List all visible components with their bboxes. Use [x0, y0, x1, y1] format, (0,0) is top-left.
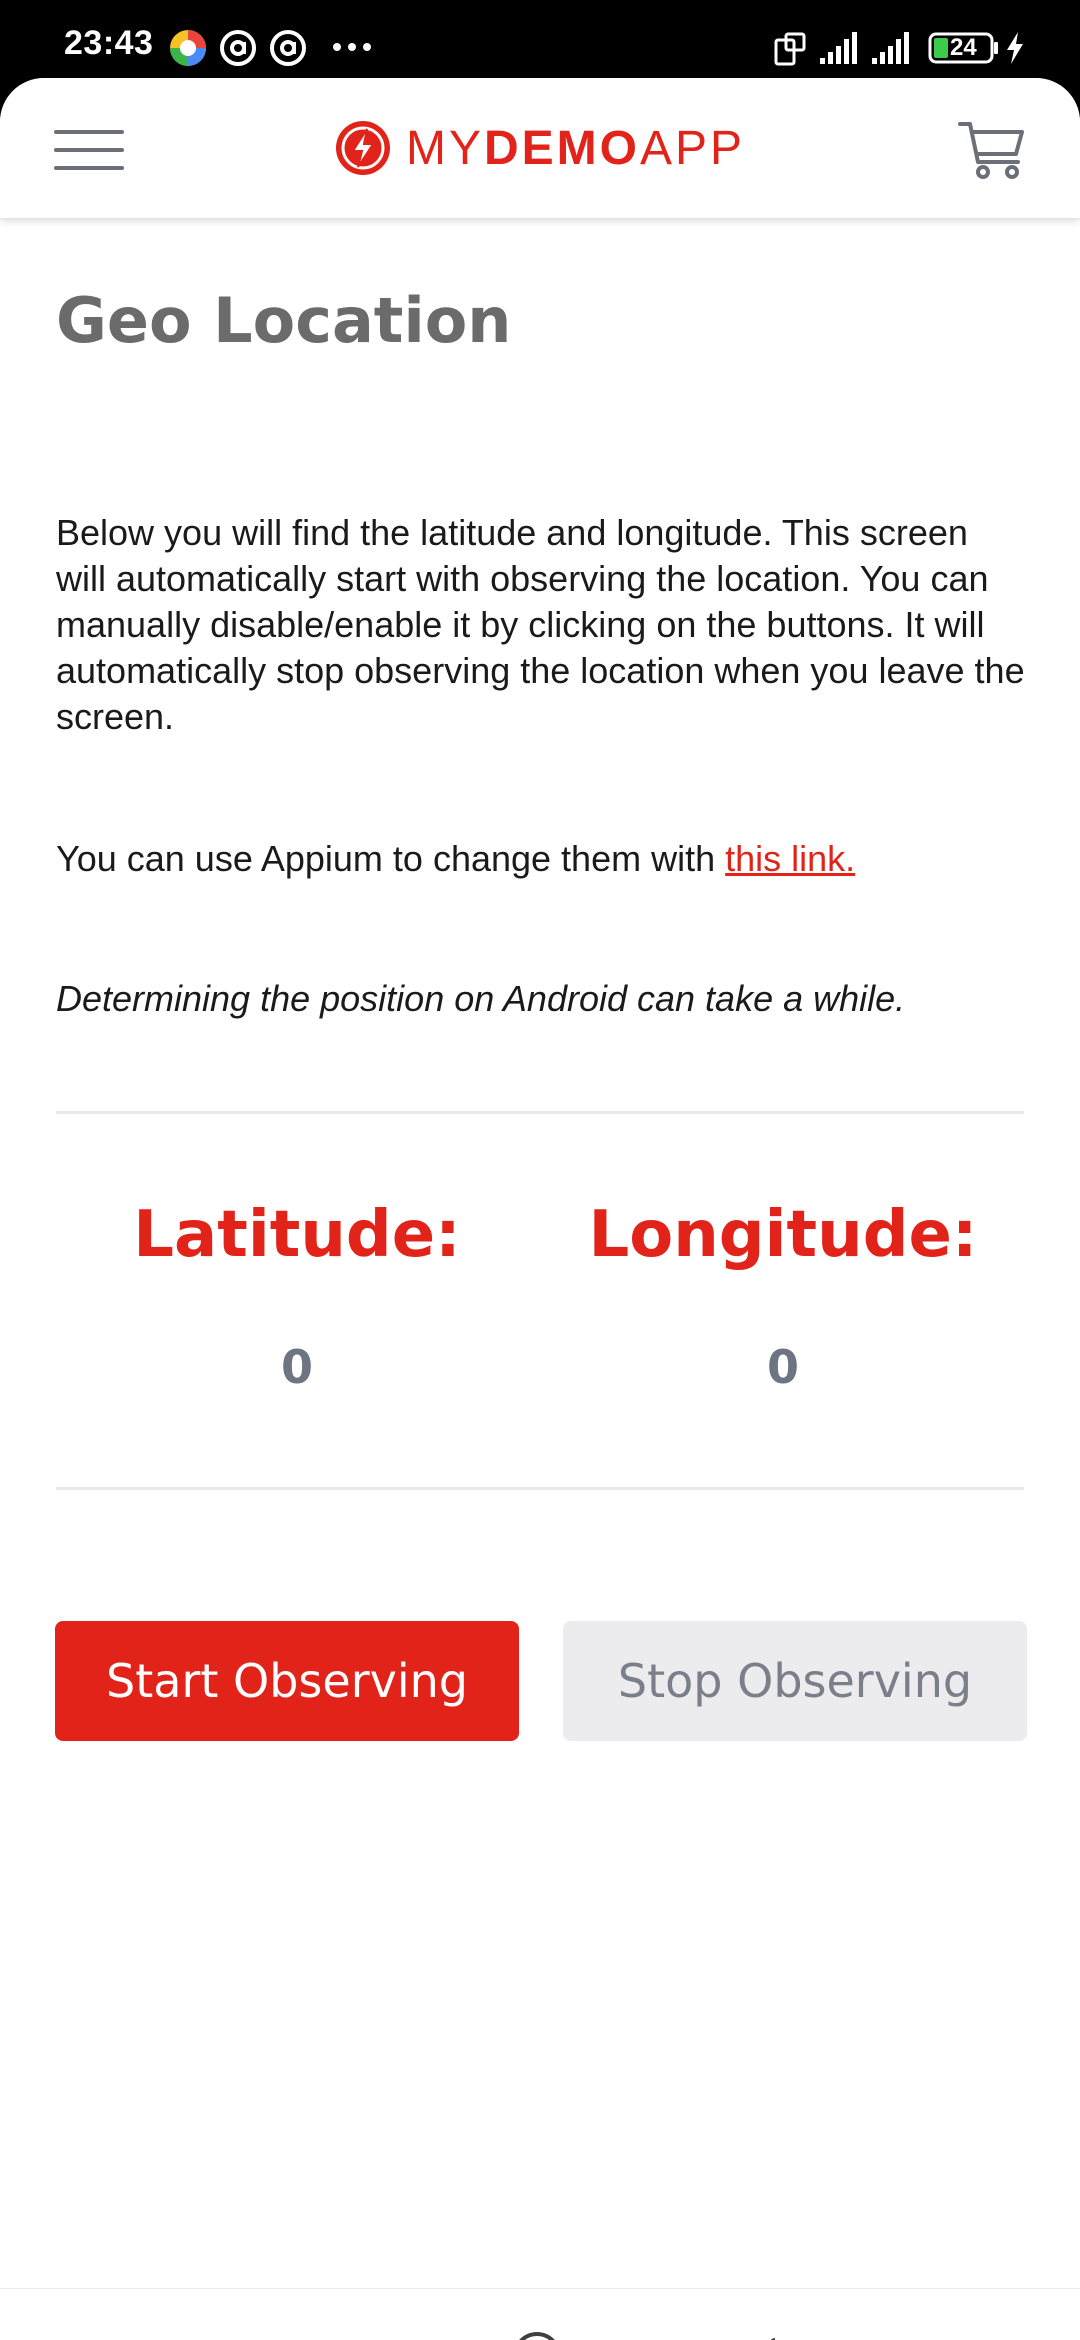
latitude-label: Latitude:	[133, 1198, 461, 1272]
brand-name: MYDEMOAPP	[406, 121, 745, 176]
app-screen: MYDEMOAPP Geo Location Below you will fi…	[0, 78, 1080, 2340]
app-header: MYDEMOAPP	[0, 78, 1080, 219]
description-text: Below you will find the latitude and lon…	[56, 512, 1025, 737]
recent-apps-icon	[290, 2331, 340, 2340]
this-link[interactable]: this link.	[725, 838, 855, 879]
shopping-cart-icon	[958, 122, 1024, 179]
stop-observing-button[interactable]: Stop Observing	[563, 1621, 1027, 1741]
longitude-label: Longitude:	[588, 1198, 978, 1272]
lightning-bolt-logo-icon	[336, 121, 390, 175]
recent-apps-button[interactable]	[290, 2331, 340, 2340]
at-sign-icon	[218, 28, 258, 73]
home-icon	[519, 2332, 555, 2340]
divider-top	[56, 1111, 1024, 1114]
cart-button[interactable]	[956, 112, 1028, 184]
brand-prefix: MY	[406, 121, 484, 175]
signal-icon	[870, 30, 914, 71]
page-title: Geo Location	[56, 284, 512, 357]
battery-level: 24	[950, 34, 977, 61]
more-dots-icon	[332, 40, 372, 58]
hamburger-menu-icon	[54, 130, 124, 170]
link-intro-text: You can use Appium to change them with	[56, 838, 726, 879]
status-time: 23:43	[64, 24, 154, 62]
brand-suffix: APP	[640, 121, 746, 175]
start-observing-button[interactable]: Start Observing	[55, 1621, 519, 1741]
signal-icon	[818, 30, 862, 71]
latitude-value: 0	[280, 1340, 313, 1394]
appium-link-paragraph: You can use Appium to change them with t…	[56, 836, 1046, 882]
back-icon	[770, 2338, 775, 2340]
home-button[interactable]	[512, 2331, 562, 2340]
brand-logo: MYDEMOAPP	[334, 118, 745, 178]
divider-bottom	[56, 1487, 1024, 1490]
at-sign-icon	[268, 28, 308, 73]
brand-bold: DEMO	[484, 121, 640, 175]
rotate-screen-icon	[772, 30, 808, 73]
longitude-value: 0	[766, 1340, 799, 1394]
navigation-bar	[0, 2288, 1080, 2340]
menu-button[interactable]	[54, 128, 124, 172]
app-notification-icon	[168, 28, 208, 73]
back-button[interactable]	[736, 2331, 786, 2340]
charging-bolt-icon	[1004, 30, 1026, 71]
android-note: Determining the position on Android can …	[56, 978, 906, 1019]
